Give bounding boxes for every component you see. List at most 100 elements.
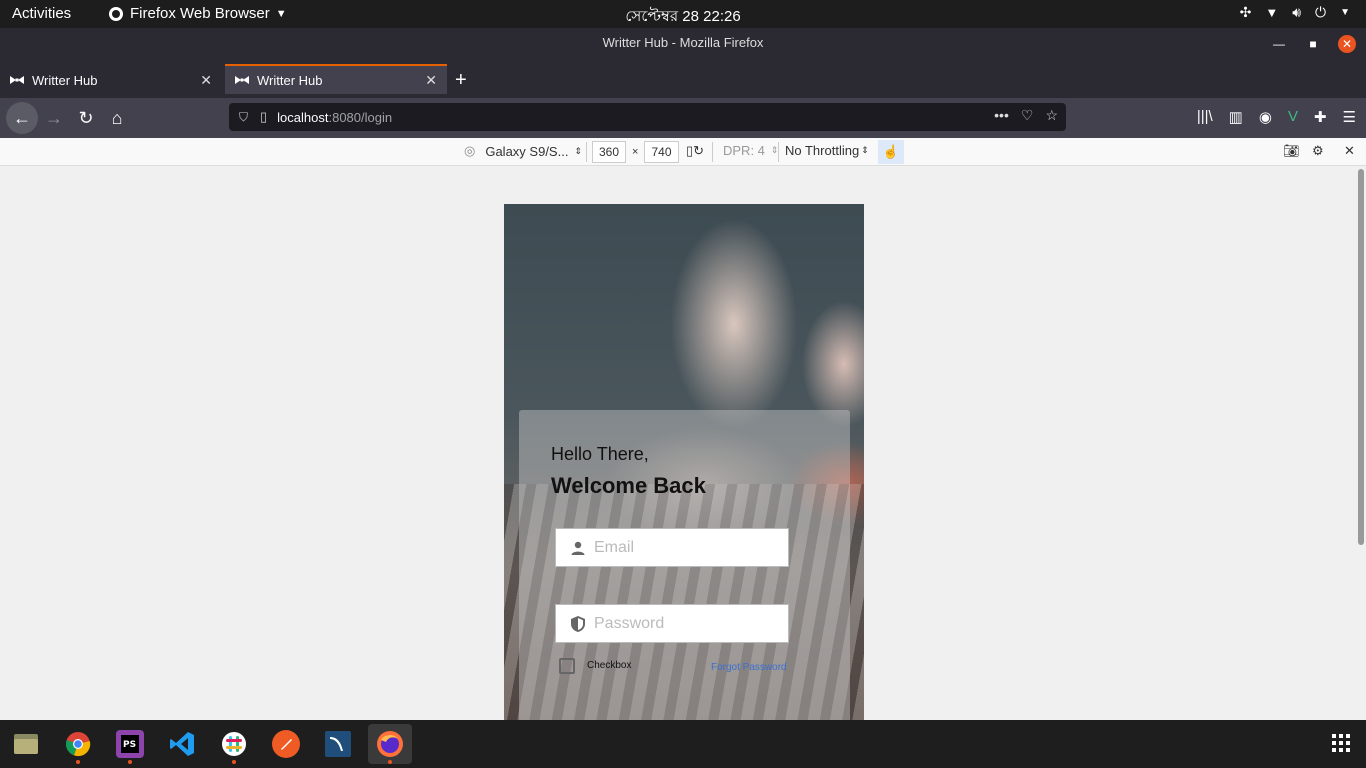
menu-icon[interactable]: ☰ bbox=[1343, 108, 1356, 126]
bowtie-favicon-icon bbox=[10, 75, 24, 85]
tab-writter-hub-1[interactable]: Writter Hub ✕ bbox=[0, 65, 222, 95]
login-card: Hello There, Welcome Back Checkbox Forgo… bbox=[519, 410, 850, 720]
volume-icon[interactable]: 🔊︎ bbox=[1292, 4, 1301, 21]
slack-launcher[interactable] bbox=[212, 724, 256, 764]
chrome-device-icon: ◎ bbox=[464, 143, 476, 158]
app-menu[interactable]: Firefox Web Browser ▼ bbox=[108, 5, 287, 22]
throttling-selector[interactable]: No Throttling ⇕ bbox=[785, 143, 869, 158]
phpstorm-icon: PS bbox=[116, 730, 144, 758]
dpr-selector[interactable]: DPR: 4 ⇕ bbox=[723, 143, 778, 158]
tab-title: Writter Hub bbox=[32, 72, 98, 88]
page-icon: ▯ bbox=[260, 109, 268, 124]
responsive-design-toolbar: ◎ Galaxy S9/S... ⇕ 360 × 740 ▯↻ DPR: 4 ⇕… bbox=[0, 138, 1366, 166]
vue-devtools-icon[interactable]: V bbox=[1288, 108, 1298, 126]
person-icon bbox=[571, 541, 585, 555]
clock[interactable]: সেপ্টেম্বর 28 22:26 bbox=[625, 8, 740, 25]
new-tab-button[interactable]: + bbox=[455, 69, 467, 92]
close-tab-icon[interactable]: ✕ bbox=[425, 72, 437, 89]
shield-icon[interactable]: ⛉ bbox=[239, 110, 248, 125]
postman-launcher[interactable] bbox=[264, 724, 308, 764]
gnome-top-bar: Activities Firefox Web Browser ▼ সেপ্টেম… bbox=[0, 0, 1366, 28]
slack-icon bbox=[222, 732, 246, 756]
dimension-times: × bbox=[632, 146, 639, 158]
firefox-icon bbox=[109, 6, 123, 21]
page-actions-icon[interactable]: ••• bbox=[994, 107, 1009, 124]
files-launcher[interactable] bbox=[4, 724, 48, 764]
vscode-launcher[interactable] bbox=[160, 724, 204, 764]
device-selector[interactable]: ◎ Galaxy S9/S... ⇕ bbox=[464, 143, 582, 159]
maximize-button[interactable]: ■ bbox=[1304, 35, 1322, 53]
files-icon bbox=[14, 734, 38, 754]
close-window-button[interactable]: ✕ bbox=[1338, 35, 1356, 53]
close-icon: ✕ bbox=[1344, 143, 1355, 158]
navigation-toolbar: ← → ↻ ⌂ ⛉ ▯ localhost :8080/login ••• ♡ … bbox=[0, 98, 1366, 138]
taskbar-dock: PS bbox=[0, 720, 1366, 768]
password-field[interactable] bbox=[555, 604, 789, 643]
greeting-text: Hello There, bbox=[551, 444, 649, 464]
device-frame: Hello There, Welcome Back Checkbox Forgo… bbox=[504, 204, 864, 720]
remember-checkbox[interactable] bbox=[559, 658, 575, 674]
library-icon[interactable]: |||\ bbox=[1197, 108, 1213, 126]
chevron-updown-icon: ⇕ bbox=[861, 145, 869, 155]
welcome-heading: Welcome Back bbox=[551, 473, 706, 498]
chevron-updown-icon: ⇕ bbox=[574, 145, 582, 156]
screenshot-button[interactable]: 📷︎ bbox=[1283, 143, 1300, 159]
chrome-launcher[interactable] bbox=[56, 724, 100, 764]
tab-bar: Writter Hub ✕ Writter Hub ✕ bbox=[0, 60, 1366, 98]
checkbox-label[interactable]: Checkbox bbox=[587, 660, 631, 671]
tab-title: Writter Hub bbox=[257, 72, 323, 88]
scrollbar-thumb[interactable] bbox=[1358, 169, 1364, 545]
reload-button[interactable]: ↻ bbox=[72, 104, 100, 132]
viewport-scrollbar[interactable] bbox=[1356, 167, 1366, 720]
tab-writter-hub-2[interactable]: Writter Hub ✕ bbox=[225, 64, 447, 94]
chevron-down-icon: ▼ bbox=[275, 7, 287, 20]
email-input[interactable] bbox=[594, 538, 774, 557]
touch-hand-icon: ☝ bbox=[882, 144, 900, 159]
slack-tray-icon[interactable]: ✣ bbox=[1240, 4, 1252, 21]
vscode-icon bbox=[170, 732, 194, 756]
power-icon[interactable]: ⏻ bbox=[1315, 4, 1326, 21]
activities-button[interactable]: Activities bbox=[12, 5, 71, 22]
close-tab-icon[interactable]: ✕ bbox=[200, 72, 212, 89]
browser-viewport: Hello There, Welcome Back Checkbox Forgo… bbox=[0, 167, 1356, 720]
shield-lock-icon bbox=[571, 615, 585, 632]
system-tray[interactable]: ✣ ▼ 🔊︎ ⏻ ▼ bbox=[1240, 4, 1350, 21]
password-input[interactable] bbox=[594, 614, 774, 633]
url-host: localhost bbox=[277, 109, 329, 125]
extension-icon[interactable]: ✚ bbox=[1314, 108, 1327, 126]
firefox-icon bbox=[377, 731, 403, 757]
app-menu-label: Firefox Web Browser bbox=[130, 5, 270, 22]
touch-simulation-button[interactable]: ☝ bbox=[878, 140, 904, 164]
viewport-height-input[interactable]: 740 bbox=[644, 141, 679, 163]
bookmark-star-icon[interactable]: ☆ bbox=[1045, 107, 1058, 124]
chrome-icon bbox=[65, 732, 91, 757]
show-applications-icon[interactable] bbox=[1332, 734, 1350, 752]
account-icon[interactable]: ◉ bbox=[1259, 108, 1272, 126]
bowtie-favicon-icon bbox=[235, 75, 249, 85]
device-name: Galaxy S9/S... bbox=[485, 143, 569, 159]
rdm-settings-button[interactable]: ⚙ bbox=[1312, 143, 1324, 159]
postman-icon bbox=[272, 730, 300, 758]
wifi-icon[interactable]: ▼ bbox=[1265, 5, 1278, 20]
mysql-workbench-icon bbox=[325, 731, 351, 757]
forgot-password-link[interactable]: Forgot Password bbox=[711, 662, 787, 673]
viewport-width-input[interactable]: 360 bbox=[592, 141, 627, 163]
mysql-workbench-launcher[interactable] bbox=[316, 724, 360, 764]
camera-icon: 📷︎ bbox=[1283, 143, 1300, 158]
minimize-button[interactable]: — bbox=[1270, 35, 1288, 53]
pocket-icon[interactable]: ♡ bbox=[1021, 107, 1034, 124]
firefox-launcher[interactable] bbox=[368, 724, 412, 764]
phpstorm-launcher[interactable]: PS bbox=[108, 724, 152, 764]
close-rdm-button[interactable]: ✕ bbox=[1344, 143, 1355, 159]
window-title: Writter Hub - Mozilla Firefox bbox=[602, 35, 764, 50]
home-button[interactable]: ⌂ bbox=[103, 104, 131, 132]
forward-button[interactable]: → bbox=[40, 104, 68, 132]
chevron-down-icon[interactable]: ▼ bbox=[1340, 7, 1350, 18]
sidebar-icon[interactable]: ▥ bbox=[1229, 108, 1243, 126]
back-button[interactable]: ← bbox=[6, 102, 38, 134]
url-path: :8080/login bbox=[328, 109, 393, 125]
url-bar[interactable]: ⛉ ▯ localhost :8080/login ••• ♡ ☆ bbox=[229, 103, 1066, 131]
window-titlebar: Writter Hub - Mozilla Firefox — ■ ✕ bbox=[0, 28, 1366, 60]
email-field[interactable] bbox=[555, 528, 789, 567]
rotate-button[interactable]: ▯↻ bbox=[686, 143, 704, 159]
